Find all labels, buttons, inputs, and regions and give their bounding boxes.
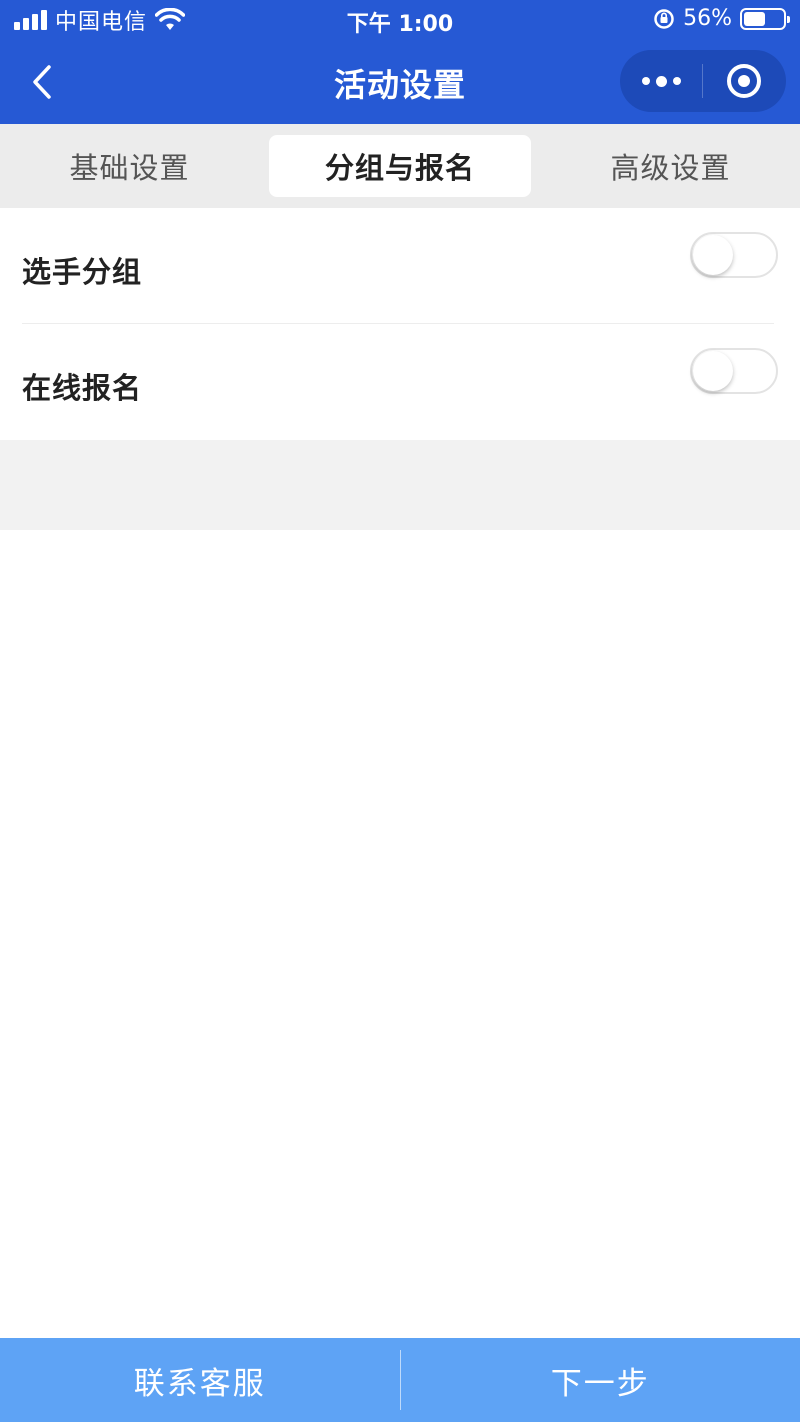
battery-icon [740, 7, 790, 30]
contact-support-button[interactable]: 联系客服 [0, 1338, 400, 1422]
battery-fill [744, 11, 766, 26]
more-button[interactable] [620, 50, 702, 112]
online-registration-toggle[interactable] [690, 348, 778, 394]
setting-label: 在线报名 [22, 371, 143, 405]
tab-advanced-settings[interactable]: 高级设置 [541, 135, 800, 197]
setting-label: 选手分组 [22, 254, 143, 289]
status-right: 56% [653, 6, 790, 31]
tab-group-and-registration[interactable]: 分组与报名 [269, 135, 531, 197]
settings-list: 选手分组 在线报名 [0, 208, 800, 440]
rotation-lock-icon [654, 8, 674, 29]
close-mini-program-button[interactable] [703, 50, 785, 112]
mini-program-capsule [620, 50, 786, 112]
bottom-action-bar: 联系客服 下一步 [0, 1338, 800, 1422]
settings-tabs: 基础设置 分组与报名 高级设置 [0, 124, 800, 208]
battery-percent: 56% [683, 6, 732, 31]
nav-bar: 活动设置 [0, 40, 800, 124]
section-spacer [0, 440, 800, 530]
more-icon [641, 77, 650, 85]
toggle-knob [693, 351, 733, 391]
toggle-knob [693, 235, 733, 275]
setting-row-online-registration: 在线报名 [22, 324, 778, 440]
app-header: 中国电信 下午 1:00 56% 活动设置 [0, 0, 800, 124]
setting-row-player-grouping: 选手分组 [22, 208, 778, 324]
close-mini-program-icon [727, 64, 761, 98]
tab-basic-settings[interactable]: 基础设置 [0, 135, 259, 197]
status-bar: 中国电信 下午 1:00 56% [0, 0, 800, 40]
player-grouping-toggle[interactable] [690, 232, 778, 278]
next-step-button[interactable]: 下一步 [401, 1338, 800, 1422]
